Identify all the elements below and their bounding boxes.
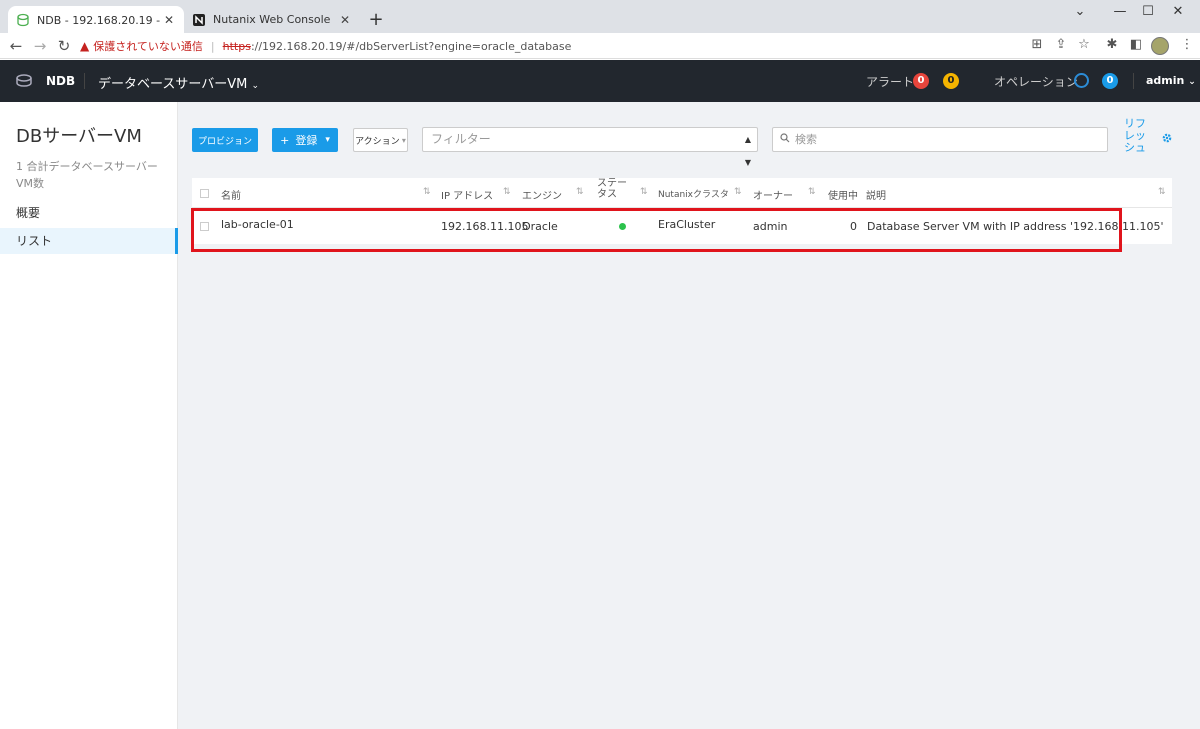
close-icon[interactable]: ✕ [338, 13, 352, 27]
share-icon[interactable]: ⇪ [1052, 37, 1070, 52]
cell-owner: admin [753, 220, 788, 233]
select-all-checkbox[interactable] [200, 189, 209, 198]
page-title: DBサーバーVM [16, 126, 142, 147]
cell-in-use: 0 [850, 220, 857, 233]
reload-icon[interactable]: ↻ [54, 37, 74, 55]
operations-progress-icon [1074, 73, 1089, 88]
sidebar-item-summary[interactable]: 概要 [0, 200, 178, 226]
header-divider [1133, 73, 1134, 89]
filter-select[interactable]: フィルター ▲ ▼ [422, 127, 758, 167]
filter-placeholder: フィルター [431, 132, 491, 146]
warning-icon: ▲ [80, 39, 90, 53]
ndb-logo-icon [16, 74, 32, 87]
chevron-down-icon: ⌄ [1188, 77, 1196, 87]
cell-description: Database Server VM with IP address '192.… [867, 220, 1164, 233]
alerts-link[interactable]: アラート [866, 73, 914, 90]
sidebar-item-list[interactable]: リスト [0, 228, 178, 254]
column-header-name[interactable]: 名前 [221, 187, 241, 202]
register-label: 登録 [295, 134, 318, 147]
critical-alerts-badge[interactable]: 0 [913, 73, 929, 89]
cell-ip: 192.168.11.105 [441, 220, 529, 233]
search-placeholder: 検索 [795, 133, 817, 146]
tab-search-icon[interactable]: ⌄ [1060, 4, 1100, 19]
column-header-engine[interactable]: エンジン [522, 187, 562, 202]
column-header-cluster[interactable]: Nutanixクラスタ [658, 187, 729, 200]
column-header-status[interactable]: ステータス [597, 178, 627, 200]
column-header-description[interactable]: 説明 [866, 187, 886, 202]
search-input[interactable]: 検索 [772, 127, 1108, 152]
cell-cluster: EraCluster [658, 218, 716, 231]
side-panel-icon[interactable]: ◧ [1127, 37, 1145, 52]
column-header-in-use[interactable]: 使用中 [828, 187, 858, 202]
context-label: データベースサーバーVM [98, 77, 248, 92]
tab-ndb[interactable]: NDB - 192.168.20.19 - DBサーバー\ ✕ [8, 6, 184, 33]
gear-icon[interactable] [1161, 132, 1173, 144]
url-field[interactable]: ▲ 保護されていない通信 | https ://192.168.20.19/#/… [80, 35, 1020, 57]
refresh-link[interactable]: リフレッシュ [1124, 118, 1150, 154]
forward-icon[interactable]: → [30, 37, 50, 55]
row-checkbox[interactable] [200, 222, 209, 231]
chevron-down-icon: ▾ [325, 135, 330, 145]
actions-label: アクション [355, 136, 400, 147]
context-dropdown[interactable]: データベースサーバーVM ⌄ [98, 73, 259, 92]
warning-alerts-badge[interactable]: 0 [943, 73, 959, 89]
menu-icon[interactable]: ⋮ [1178, 37, 1196, 52]
tab-nutanix-console[interactable]: Nutanix Web Console ✕ [184, 6, 360, 33]
chevron-down-icon: ▾ [401, 135, 406, 145]
profile-avatar[interactable] [1151, 37, 1169, 55]
cell-name[interactable]: lab-oracle-01 [221, 218, 294, 231]
app-header: NDB データベースサーバーVM ⌄ アラート 0 0 オペレーション 0 ad… [0, 60, 1200, 102]
new-tab-button[interactable]: + [366, 9, 386, 30]
status-up-icon [619, 223, 626, 230]
operations-count-badge[interactable]: 0 [1102, 73, 1118, 89]
main-content: プロビジョン + 登録 ▾ アクション ▾ フィルター ▲ ▼ 検索 リフレッシュ… [178, 102, 1200, 729]
security-warning-label: 保護されていない通信 [93, 40, 203, 53]
total-count-text: 1 合計データベースサーバーVM数 [16, 160, 158, 190]
db-server-table: 名前 ⇅ IP アドレス ⇅ エンジン ⇅ ステータス ⇅ Nutanixクラス… [192, 178, 1172, 244]
user-menu[interactable]: admin ⌄ [1146, 74, 1196, 87]
close-icon[interactable]: ✕ [162, 13, 176, 27]
cell-engine: Oracle [522, 220, 558, 233]
operations-link[interactable]: オペレーション [994, 73, 1078, 90]
bookmark-star-icon[interactable]: ☆ [1075, 37, 1093, 52]
chevron-down-icon: ⌄ [251, 81, 260, 91]
table-row[interactable]: lab-oracle-01 192.168.11.105 Oracle EraC… [192, 208, 1172, 244]
username: admin [1146, 74, 1185, 87]
window-close-icon[interactable]: ✕ [1158, 4, 1198, 19]
browser-tabbar: NDB - 192.168.20.19 - DBサーバー\ ✕ Nutanix … [0, 0, 1200, 33]
header-divider [84, 73, 85, 89]
provision-label: プロビジョン [197, 136, 252, 147]
search-icon [780, 133, 790, 143]
nutanix-favicon-icon [192, 13, 206, 27]
table-header: 名前 ⇅ IP アドレス ⇅ エンジン ⇅ ステータス ⇅ Nutanixクラス… [192, 178, 1172, 208]
extensions-icon[interactable]: ✱ [1103, 37, 1121, 52]
column-header-owner[interactable]: オーナー [753, 187, 793, 202]
ndb-favicon-icon [16, 13, 30, 27]
provision-button[interactable]: プロビジョン [192, 128, 258, 152]
tab-title: Nutanix Web Console [213, 13, 331, 26]
actions-dropdown[interactable]: アクション ▾ [353, 128, 408, 152]
plus-icon: + [280, 133, 290, 147]
translate-icon[interactable]: ⊞ [1028, 37, 1046, 52]
register-button[interactable]: + 登録 ▾ [272, 128, 338, 152]
brand-name[interactable]: NDB [46, 74, 75, 88]
sidebar: DBサーバーVM 1 合計データベースサーバーVM数 概要 リスト [0, 102, 178, 729]
omnibox-separator: | [210, 39, 215, 53]
url-path: ://192.168.20.19/#/dbServerList?engine=o… [250, 39, 572, 53]
tab-title: NDB - 192.168.20.19 - DBサーバー\ [37, 13, 162, 27]
column-header-ip[interactable]: IP アドレス [441, 187, 493, 202]
url-protocol: https [222, 39, 251, 53]
back-icon[interactable]: ← [6, 37, 26, 55]
address-bar-row: ← → ↻ ▲ 保護されていない通信 | https ://192.168.20… [0, 33, 1200, 59]
select-arrows-icon: ▲ ▼ [744, 135, 751, 167]
